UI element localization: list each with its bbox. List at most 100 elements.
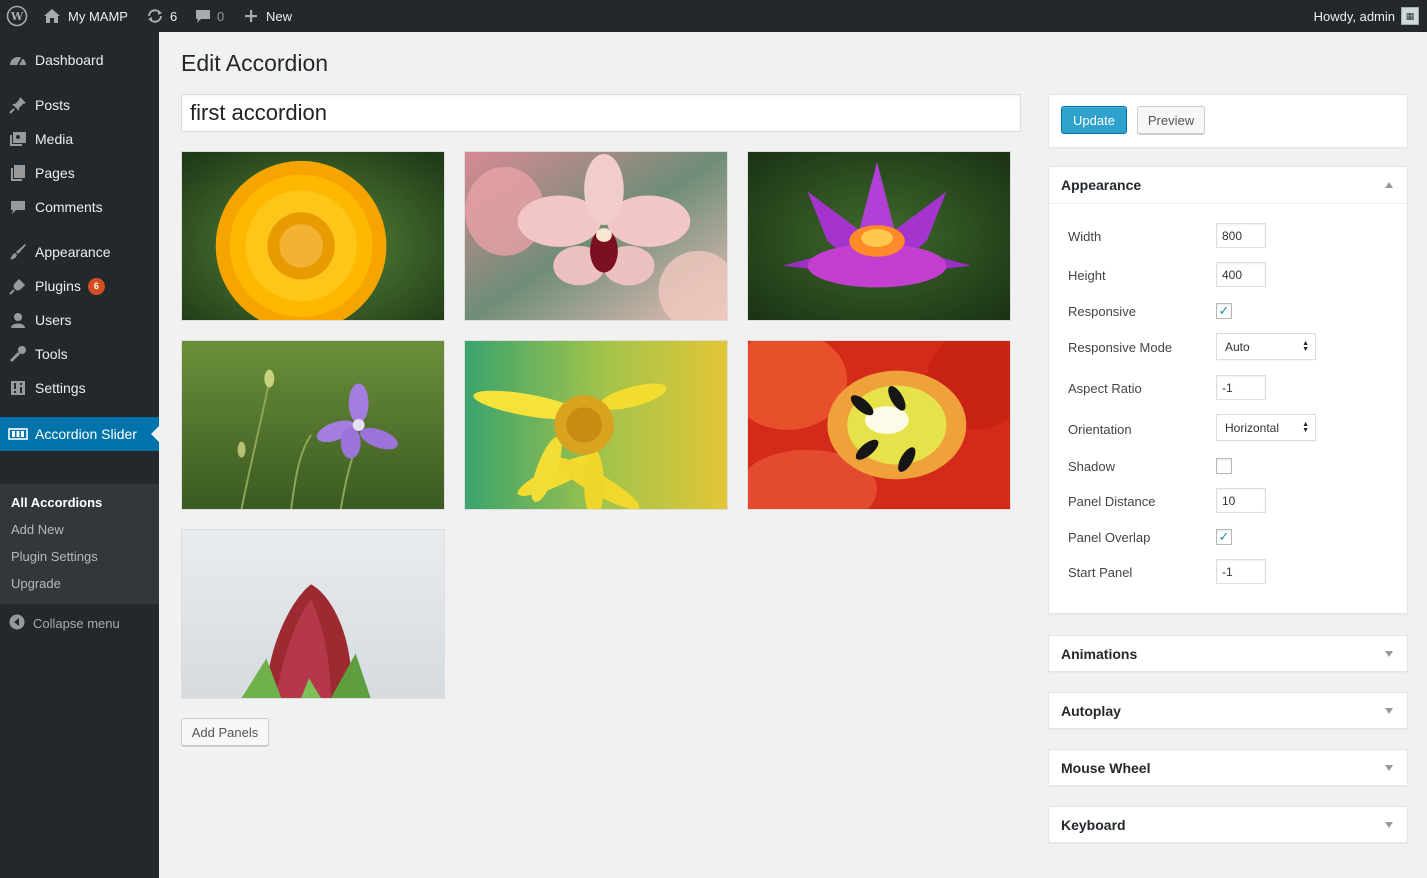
- yellow-daisy-image: [465, 341, 727, 509]
- media-icon: [8, 129, 28, 149]
- new-content-link[interactable]: New: [244, 0, 292, 32]
- accordion-title-input[interactable]: [181, 94, 1021, 132]
- new-label: New: [266, 8, 293, 24]
- submenu-add-new[interactable]: Add New: [11, 522, 64, 537]
- menu-label: Media: [35, 131, 74, 147]
- menu-pages[interactable]: Pages: [0, 156, 159, 190]
- expand-toggle-icon[interactable]: [1385, 822, 1393, 828]
- select-arrows-icon: ▲ ▼: [1302, 340, 1309, 353]
- submenu-plugin-settings[interactable]: Plugin Settings: [11, 549, 98, 564]
- menu-label: Pages: [35, 165, 75, 181]
- appearance-settings: Width Height Responsive ✓ Responsive Mod…: [1049, 203, 1407, 613]
- orientation-select[interactable]: Horizontal ▲ ▼: [1216, 414, 1316, 441]
- menu-settings[interactable]: Settings: [0, 371, 159, 405]
- pages-icon: [8, 163, 28, 183]
- wordpress-logo-icon[interactable]: W: [6, 0, 28, 32]
- pink-orchid-image: [465, 152, 727, 320]
- expand-toggle-icon[interactable]: [1385, 708, 1393, 714]
- menu-label: Posts: [35, 97, 71, 113]
- plugin-icon: [8, 276, 28, 296]
- comment-icon: [8, 197, 28, 217]
- howdy-text: Howdy, admin: [1313, 8, 1395, 24]
- box-title: Keyboard: [1061, 817, 1126, 833]
- setting-label: Panel Overlap: [1068, 530, 1151, 545]
- admin-bar: W My MAMP 6 0 New Howdy, admin ▦: [0, 0, 1427, 32]
- accordion-submenu: All Accordions Add New Plugin Settings U…: [0, 484, 159, 604]
- red-tulip-image: [748, 341, 1010, 509]
- wrench-icon: [8, 344, 28, 364]
- panel-thumbnail[interactable]: [181, 151, 445, 321]
- menu-tools[interactable]: Tools: [0, 337, 159, 371]
- select-value: Horizontal: [1225, 420, 1280, 435]
- updates-link[interactable]: 6: [146, 0, 177, 32]
- menu-media[interactable]: Media: [0, 122, 159, 156]
- setting-label: Start Panel: [1068, 565, 1133, 580]
- setting-label: Shadow: [1068, 459, 1115, 474]
- setting-label: Width: [1068, 229, 1102, 244]
- update-button[interactable]: Update: [1061, 106, 1127, 134]
- my-account-link[interactable]: Howdy, admin ▦: [1314, 0, 1419, 32]
- plus-icon: [244, 9, 258, 23]
- preview-button[interactable]: Preview: [1137, 106, 1205, 134]
- settings-icon: [8, 378, 28, 398]
- setting-label: Responsive Mode: [1068, 340, 1173, 355]
- comments-link[interactable]: 0: [195, 0, 224, 32]
- aspect-ratio-input[interactable]: [1216, 375, 1266, 400]
- setting-label: Aspect Ratio: [1068, 381, 1142, 396]
- home-icon: [43, 8, 61, 24]
- autoplay-box[interactable]: Autoplay: [1048, 692, 1408, 729]
- menu-appearance[interactable]: Appearance: [0, 235, 159, 269]
- menu-comments[interactable]: Comments: [0, 190, 159, 224]
- panel-thumbnail[interactable]: [464, 340, 728, 510]
- menu-label: Plugins: [35, 278, 81, 294]
- menu-posts[interactable]: Posts: [0, 88, 159, 122]
- refresh-icon: [146, 8, 164, 24]
- setting-label: Responsive: [1068, 304, 1136, 319]
- submenu-all-accordions[interactable]: All Accordions: [11, 495, 102, 510]
- menu-label: Dashboard: [35, 52, 104, 68]
- updates-count: 6: [170, 8, 178, 24]
- panel-thumbnail[interactable]: [181, 340, 445, 510]
- menu-accordion-slider[interactable]: Accordion Slider: [0, 417, 159, 451]
- slider-icon: [8, 424, 28, 444]
- panel-distance-input[interactable]: [1216, 488, 1266, 513]
- start-panel-input[interactable]: [1216, 559, 1266, 584]
- box-title: Animations: [1061, 646, 1138, 662]
- animations-box[interactable]: Animations: [1048, 635, 1408, 672]
- menu-label: Settings: [35, 380, 86, 396]
- responsive-checkbox[interactable]: ✓: [1216, 303, 1232, 319]
- plugins-update-badge: 6: [87, 277, 105, 295]
- appearance-box-header[interactable]: Appearance: [1049, 167, 1407, 203]
- collapse-menu-button[interactable]: Collapse menu: [0, 610, 120, 636]
- panel-thumbnail[interactable]: [464, 151, 728, 321]
- keyboard-box[interactable]: Keyboard: [1048, 806, 1408, 843]
- panel-thumbnail[interactable]: [181, 529, 445, 699]
- collapse-label: Collapse menu: [33, 615, 120, 631]
- avatar: ▦: [1401, 7, 1419, 25]
- width-input[interactable]: [1216, 223, 1266, 248]
- menu-dashboard[interactable]: Dashboard: [0, 43, 159, 77]
- height-input[interactable]: [1216, 262, 1266, 287]
- responsive-mode-select[interactable]: Auto ▲ ▼: [1216, 333, 1316, 360]
- expand-toggle-icon[interactable]: [1385, 651, 1393, 657]
- panel-thumbnail[interactable]: [747, 151, 1011, 321]
- expand-toggle-icon[interactable]: [1385, 765, 1393, 771]
- mouse-wheel-box[interactable]: Mouse Wheel: [1048, 749, 1408, 786]
- purple-lotus-image: [748, 152, 1010, 320]
- add-panels-button[interactable]: Add Panels: [181, 718, 269, 746]
- publish-box: Update Preview: [1048, 94, 1408, 148]
- panel-thumbnail[interactable]: [747, 340, 1011, 510]
- menu-users[interactable]: Users: [0, 303, 159, 337]
- submenu-upgrade[interactable]: Upgrade: [11, 576, 61, 591]
- menu-plugins[interactable]: Plugins 6: [0, 269, 159, 303]
- shadow-checkbox[interactable]: [1216, 458, 1232, 474]
- box-title: Mouse Wheel: [1061, 760, 1151, 776]
- admin-sidebar: Dashboard Posts Media Pages Comments App…: [0, 32, 159, 878]
- yellow-flower-image: [182, 152, 444, 320]
- site-name: My MAMP: [68, 8, 128, 24]
- site-name-link[interactable]: My MAMP: [43, 0, 128, 32]
- collapse-toggle-icon[interactable]: [1385, 182, 1393, 188]
- box-title: Autoplay: [1061, 703, 1121, 719]
- panel-overlap-checkbox[interactable]: ✓: [1216, 529, 1232, 545]
- menu-label: Appearance: [35, 244, 111, 260]
